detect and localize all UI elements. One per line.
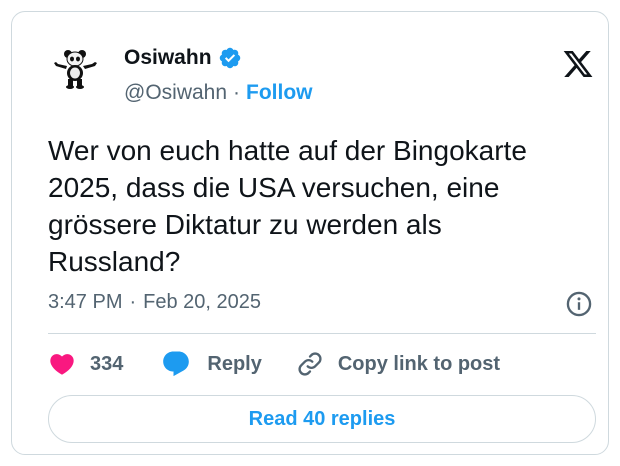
handle-row: @Osiwahn · Follow (124, 81, 313, 105)
copy-link-button[interactable]: Copy link to post (296, 350, 500, 378)
copy-link-label: Copy link to post (337, 352, 501, 375)
read-replies-button[interactable]: Read 40 replies (48, 395, 596, 443)
post-actions: 334 Reply Copy link to post (48, 348, 500, 380)
author-avatar[interactable] (48, 42, 104, 98)
embedded-post-card: Osiwahn @Osiwahn · Follow Wer von euch h… (11, 11, 609, 455)
speech-bubble-icon (163, 351, 190, 377)
link-icon (298, 352, 322, 376)
like-count: 334 (90, 352, 124, 375)
panda-avatar-icon (48, 42, 104, 98)
author-name-row: Osiwahn (124, 46, 242, 70)
author-handle[interactable]: @Osiwahn (124, 81, 227, 105)
post-timestamp[interactable]: 3:47 PM · Feb 20, 2025 (48, 291, 261, 314)
like-button[interactable]: 334 (48, 350, 123, 378)
verified-badge-icon (219, 47, 240, 69)
post-text: Wer von euch hatte auf der Bingokarte 20… (48, 135, 527, 277)
post-date[interactable]: Feb 20, 2025 (143, 291, 261, 314)
follow-button[interactable]: Follow (246, 81, 313, 105)
handle-separator: · (233, 81, 241, 104)
x-logo-icon[interactable] (562, 48, 594, 80)
reply-button[interactable]: Reply (161, 349, 262, 379)
heart-icon (50, 354, 74, 375)
reply-label: Reply (207, 352, 262, 375)
info-icon[interactable] (565, 290, 593, 318)
post-time[interactable]: 3:47 PM (48, 291, 122, 314)
author-name[interactable]: Osiwahn (124, 46, 212, 70)
divider (48, 333, 596, 334)
timestamp-separator: · (129, 291, 137, 313)
